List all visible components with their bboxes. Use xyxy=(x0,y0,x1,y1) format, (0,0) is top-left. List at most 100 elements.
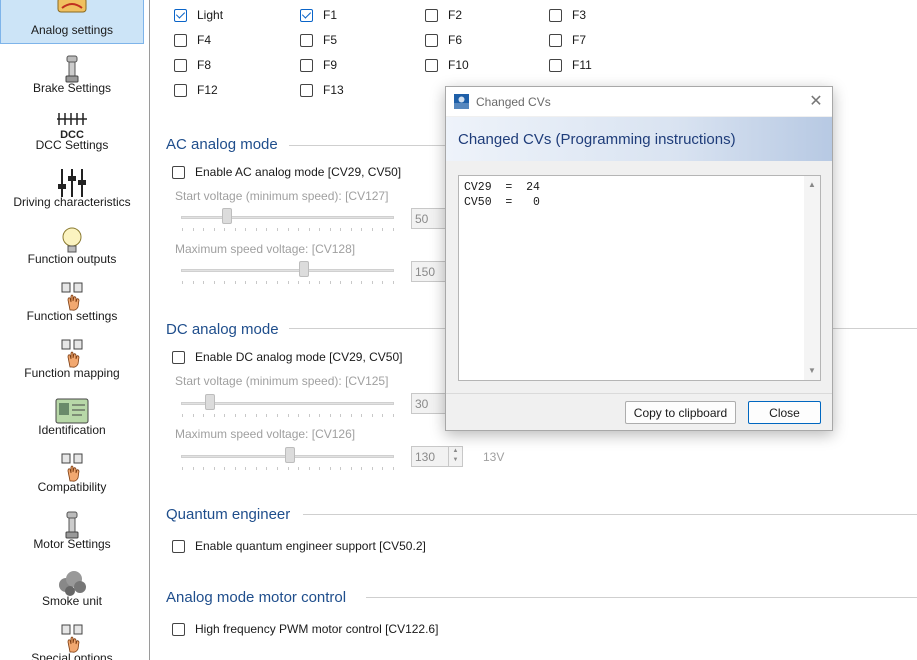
function-checkbox-f7[interactable]: F7 xyxy=(549,33,586,47)
function-checkbox-f9[interactable]: F9 xyxy=(300,58,337,72)
checkbox-label: F3 xyxy=(572,8,587,22)
dc-max-voltage-unit: 13V xyxy=(483,450,505,464)
checkbox-label: F8 xyxy=(197,58,212,72)
slider-ticks xyxy=(182,281,394,285)
dc-start-voltage-label: Start voltage (minimum speed): [CV125] xyxy=(175,374,389,388)
checkbox-label: F12 xyxy=(197,83,218,97)
function-checkbox-f3[interactable]: F3 xyxy=(549,8,586,22)
checkbox-box[interactable] xyxy=(300,8,313,22)
checkbox-label: F7 xyxy=(572,33,587,47)
changed-cvs-textarea[interactable]: CV29 = 24 CV50 = 0 ▲ ▼ xyxy=(458,175,821,381)
dc-max-voltage-input[interactable]: 130 ▲ ▼ xyxy=(411,446,463,467)
sliders-icon xyxy=(54,168,90,198)
dc-enable-box[interactable] xyxy=(172,350,185,364)
checkbox-box[interactable] xyxy=(174,83,187,97)
spin-up-icon[interactable]: ▲ xyxy=(449,447,462,456)
motor-control-section-divider xyxy=(366,597,917,598)
slider-thumb[interactable] xyxy=(222,208,232,224)
sidebar-item-driving-characteristics[interactable]: Driving characteristics xyxy=(0,158,144,215)
ac-enable-label: Enable AC analog mode [CV29, CV50] xyxy=(195,165,402,179)
checkbox-box[interactable] xyxy=(549,58,562,72)
textarea-scrollbar[interactable]: ▲ ▼ xyxy=(804,176,820,380)
sidebar-item-motor-settings[interactable]: Motor Settings xyxy=(0,500,144,557)
sidebar-item-identification[interactable]: Identification xyxy=(0,386,144,443)
checkbox-box[interactable] xyxy=(549,8,562,22)
sidebar-item-label: Smoke unit xyxy=(41,594,103,608)
spin-down-icon[interactable]: ▼ xyxy=(449,456,462,465)
checkbox-box[interactable] xyxy=(300,33,313,47)
sidebar-item-label: Function settings xyxy=(26,309,118,323)
function-checkbox-f2[interactable]: F2 xyxy=(425,8,462,22)
function-checkbox-f12[interactable]: F12 xyxy=(174,83,218,97)
function-checkbox-f11[interactable]: F11 xyxy=(549,58,592,72)
ac-start-voltage-slider[interactable] xyxy=(181,208,394,225)
sidebar-item-function-outputs[interactable]: Function outputs xyxy=(0,215,144,272)
scroll-up-icon[interactable]: ▲ xyxy=(804,178,820,192)
sidebar-item-special-options[interactable]: Special options xyxy=(0,614,144,660)
sidebar-item-brake-settings[interactable]: Brake Settings xyxy=(0,44,144,101)
slider-thumb[interactable] xyxy=(205,394,215,410)
checkbox-box[interactable] xyxy=(549,33,562,47)
sidebar-item-label: Compatibility xyxy=(37,480,107,494)
checkbox-box[interactable] xyxy=(300,83,313,97)
dialog-close-icon[interactable]: ✕ xyxy=(806,91,826,111)
checkbox-box[interactable] xyxy=(300,58,313,72)
function-checkbox-f13[interactable]: F13 xyxy=(300,83,344,97)
sidebar-item-analog-settings[interactable]: Analog settings xyxy=(0,0,144,44)
checkbox-box[interactable] xyxy=(425,8,438,22)
dc-section-title: DC analog mode xyxy=(166,321,279,338)
dialog-titlebar[interactable]: Changed CVs ✕ xyxy=(446,87,832,116)
pwm-motor-control-box[interactable] xyxy=(172,622,185,636)
copy-to-clipboard-button[interactable]: Copy to clipboard xyxy=(625,401,736,424)
sidebar-item-smoke-unit[interactable]: Smoke unit xyxy=(0,557,144,614)
function-checkbox-f8[interactable]: F8 xyxy=(174,58,211,72)
function-checkbox-f5[interactable]: F5 xyxy=(300,33,337,47)
checkbox-box[interactable] xyxy=(425,58,438,72)
ac-max-voltage-slider[interactable] xyxy=(181,261,394,278)
sidebar-item-dcc-settings[interactable]: DCC DCC Settings xyxy=(0,101,144,158)
dc-start-voltage-slider[interactable] xyxy=(181,394,394,411)
smoke-icon xyxy=(54,567,90,597)
ac-enable-box[interactable] xyxy=(172,165,185,179)
checkbox-box[interactable] xyxy=(174,8,187,22)
dc-max-voltage-spinner[interactable]: ▲ ▼ xyxy=(448,447,462,466)
function-icon xyxy=(54,624,90,654)
checkbox-box[interactable] xyxy=(174,58,187,72)
sidebar-item-function-mapping[interactable]: Function mapping xyxy=(0,329,144,386)
quantum-enable-box[interactable] xyxy=(172,539,185,553)
sidebar-item-compatibility[interactable]: Compatibility xyxy=(0,443,144,500)
ac-start-voltage-label: Start voltage (minimum speed): [CV127] xyxy=(175,189,389,203)
function-checkbox-f4[interactable]: F4 xyxy=(174,33,211,47)
slider-thumb[interactable] xyxy=(299,261,309,277)
changed-cvs-dialog: Changed CVs ✕ Changed CVs (Programming i… xyxy=(445,86,833,431)
checkbox-label: F11 xyxy=(572,58,592,72)
checkbox-box[interactable] xyxy=(174,33,187,47)
checkbox-label: F9 xyxy=(323,58,338,72)
close-button[interactable]: Close xyxy=(748,401,821,424)
ac-enable-checkbox[interactable]: Enable AC analog mode [CV29, CV50] xyxy=(172,165,401,179)
quantum-enable-checkbox[interactable]: Enable quantum engineer support [CV50.2] xyxy=(172,539,426,553)
cv-lines: CV29 = 24 CV50 = 0 xyxy=(464,180,540,210)
sidebar-item-function-settings[interactable]: Function settings xyxy=(0,272,144,329)
function-checkbox-f1[interactable]: F1 xyxy=(300,8,337,22)
checkbox-label: F5 xyxy=(323,33,338,47)
function-icon xyxy=(54,339,90,369)
sidebar-item-label: Function outputs xyxy=(27,252,117,266)
dc-enable-checkbox[interactable]: Enable DC analog mode [CV29, CV50] xyxy=(172,350,402,364)
checkbox-label: Light xyxy=(197,8,224,22)
sidebar: Analog settings Brake Settings DCC DCC Sett… xyxy=(0,0,150,660)
dialog-header-banner: Changed CVs (Programming instructions) xyxy=(446,117,832,161)
brake-icon xyxy=(54,54,90,84)
function-checkbox-f6[interactable]: F6 xyxy=(425,33,462,47)
checkbox-label: F2 xyxy=(448,8,463,22)
dc-max-voltage-slider[interactable] xyxy=(181,447,394,464)
ac-section-title: AC analog mode xyxy=(166,136,278,153)
function-checkbox-light[interactable]: Light xyxy=(174,8,223,22)
quantum-section-divider xyxy=(303,514,917,515)
function-checkbox-f10[interactable]: F10 xyxy=(425,58,469,72)
scroll-down-icon[interactable]: ▼ xyxy=(804,364,820,378)
pwm-motor-control-checkbox[interactable]: High frequency PWM motor control [CV122.… xyxy=(172,622,438,636)
checkbox-box[interactable] xyxy=(425,33,438,47)
checkbox-label: F4 xyxy=(197,33,212,47)
slider-thumb[interactable] xyxy=(285,447,295,463)
